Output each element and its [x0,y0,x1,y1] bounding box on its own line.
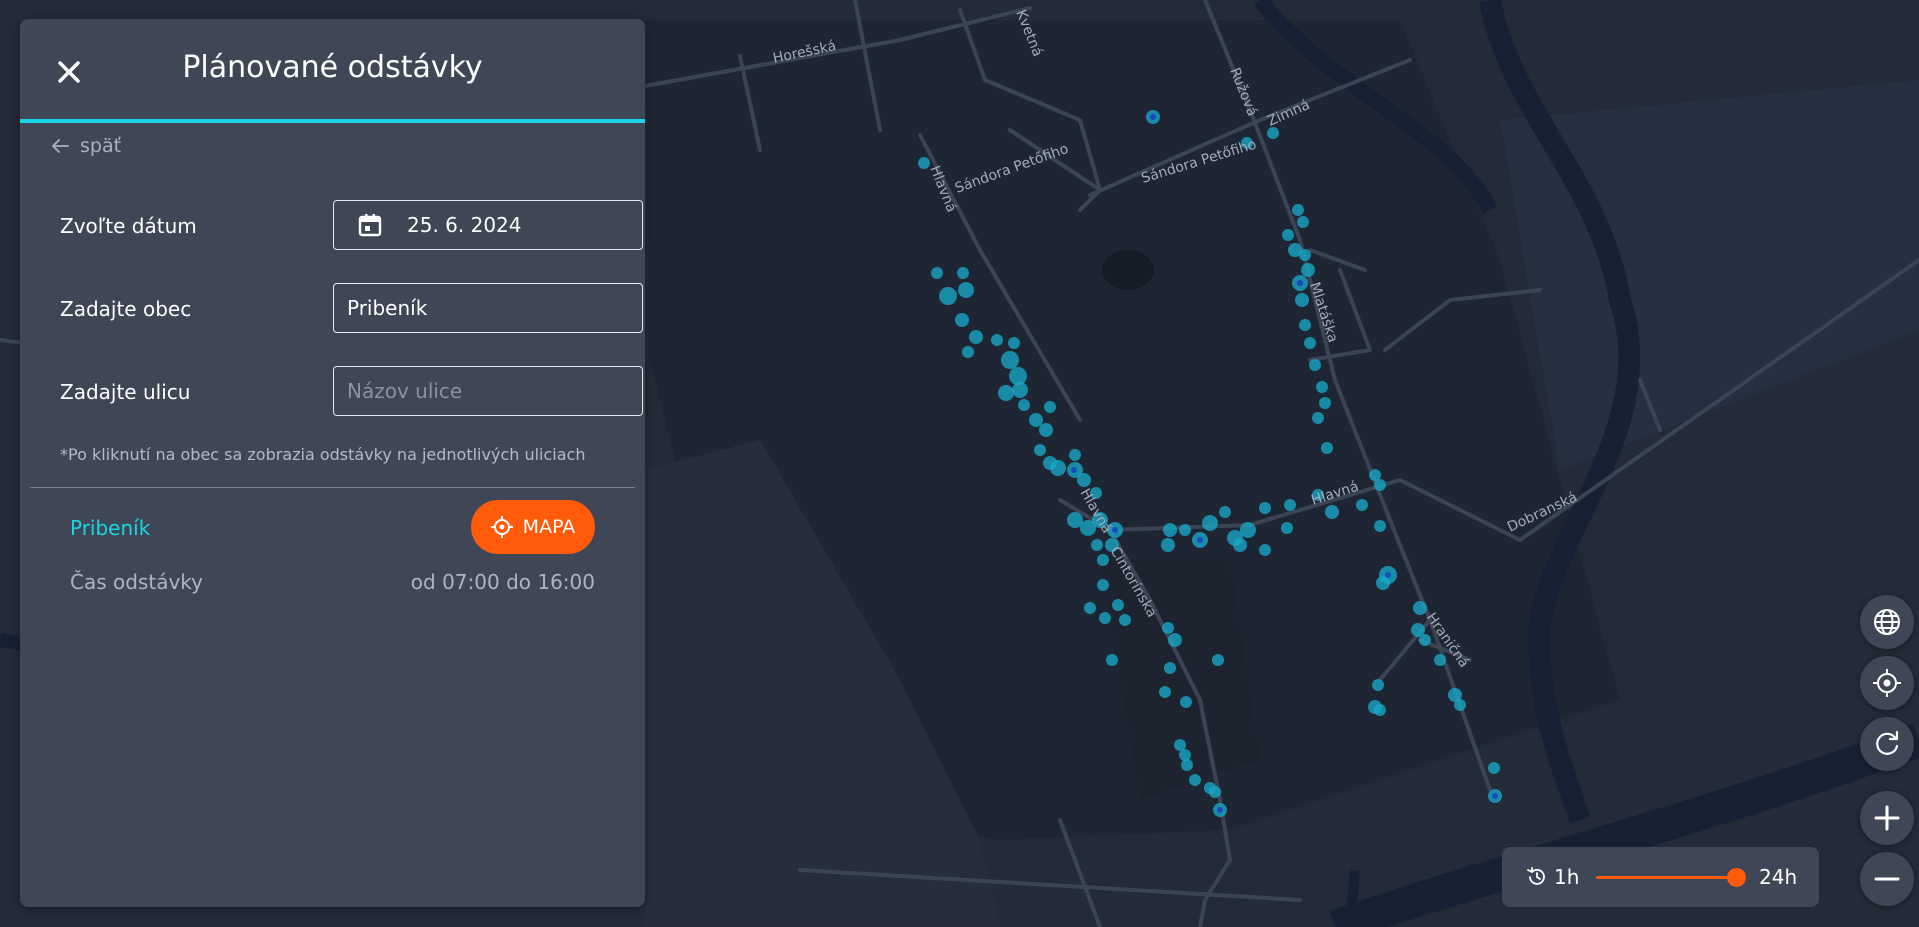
outage-panel: Plánované odstávky späť Zvoľte dátum 25.… [20,19,645,907]
outage-time-label: Čas odstávky [70,570,203,594]
date-label: Zvoľte dátum [60,214,197,238]
info-note: *Po kliknutí na obec sa zobrazia odstávk… [60,445,586,464]
date-row: Zvoľte dátum 25. 6. 2024 [60,200,643,252]
refresh-icon [1876,730,1899,755]
date-picker[interactable]: 25. 6. 2024 [333,200,643,250]
divider [30,487,635,488]
crosshair-icon [490,516,513,538]
locate-button[interactable] [1860,656,1914,710]
town-row: Zadajte obec [60,283,643,335]
date-value: 25. 6. 2024 [407,213,522,237]
slider-max-label: 24h [1759,865,1798,889]
zoom-out-button[interactable] [1860,852,1914,906]
slider-track[interactable] [1596,876,1740,879]
outage-time-value: od 07:00 do 16:00 [410,570,595,594]
pond [1102,250,1154,290]
slider-thumb[interactable] [1726,868,1746,887]
globe-button[interactable] [1860,595,1914,649]
zoom-in-button[interactable] [1860,791,1914,845]
zoom-in-icon [1874,805,1900,831]
slider-min-label: 1h [1554,865,1580,889]
street-label: Zadajte ulicu [60,380,191,404]
street-input[interactable] [333,366,643,416]
refresh-button[interactable] [1860,717,1914,771]
map-button-label: MAPA [522,516,576,538]
globe-icon [1874,609,1900,635]
back-label: späť [80,135,122,157]
town-label: Zadajte obec [60,297,192,321]
back-link[interactable]: späť [50,135,121,157]
history-icon [1527,867,1545,885]
calendar-icon [358,214,382,237]
river [1345,869,1360,927]
panel-header: Plánované odstávky [20,19,645,123]
locate-icon [1873,669,1901,697]
time-range-slider: 1h 24h [1502,847,1819,907]
town-input[interactable] [333,283,643,333]
result-town-link[interactable]: Pribeník [70,516,150,540]
arrow-left-icon [52,139,69,153]
zoom-out-icon [1874,877,1900,881]
map-button[interactable]: MAPA [471,500,595,554]
street-row: Zadajte ulicu [60,366,643,418]
page-title: Plánované odstávky [182,50,483,85]
